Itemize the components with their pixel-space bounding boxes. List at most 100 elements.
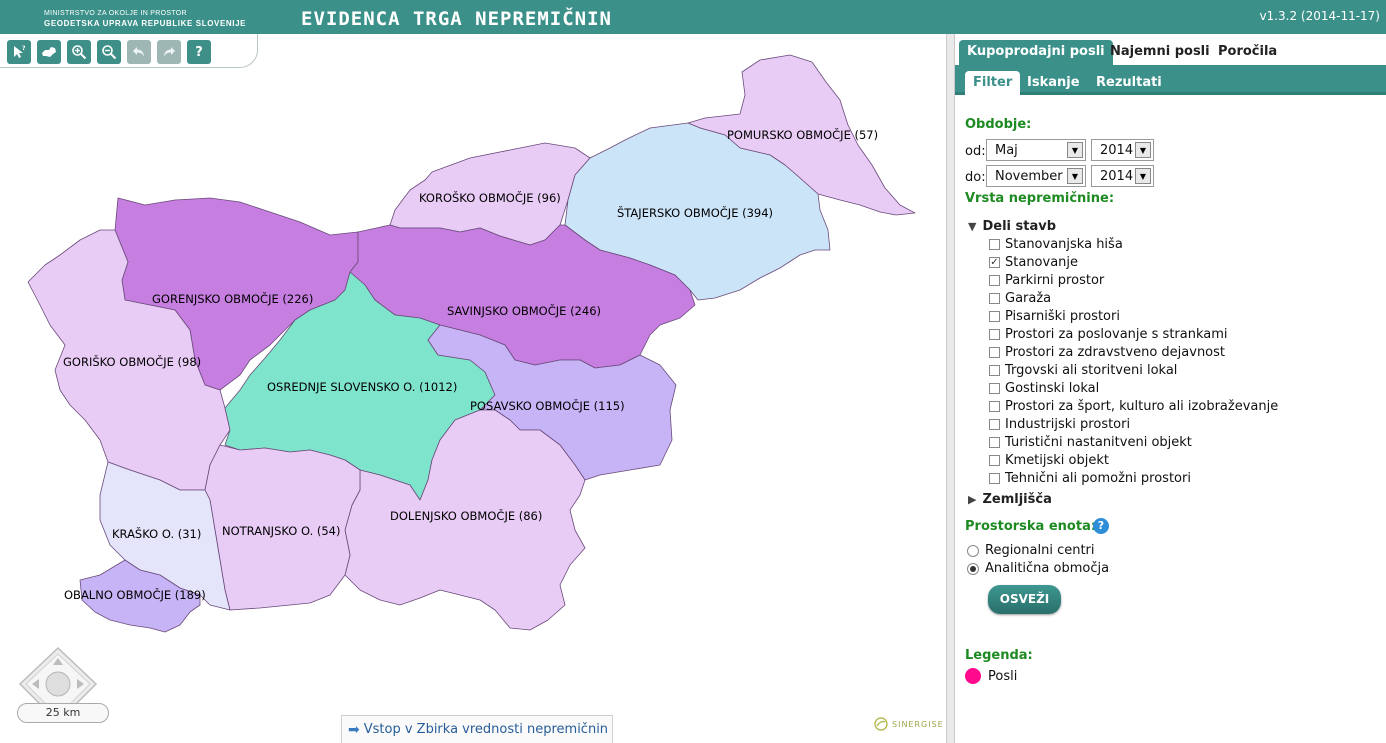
chevron-down-icon: ▼ [1067,168,1083,184]
property-type-label: Garaža [1005,291,1052,306]
tab-rezultati[interactable]: Rezultati [1088,71,1170,95]
brand-label: SINERGISE [892,719,944,729]
to-month-value: November [995,169,1063,184]
from-year-value: 2014 [1100,143,1134,158]
entry-link-label: Vstop v Zbirka vrednosti nepremičnin [363,722,609,737]
region-map[interactable]: POMURSKO OBMOČJE (57) KOROŠKO OBMOČJE (9… [0,34,946,743]
region-label-obalno: OBALNO OBMOČJE (189) [64,587,206,602]
region-label-pomursko: POMURSKO OBMOČJE (57) [727,127,878,142]
to-year-value: 2014 [1100,169,1134,184]
redo-icon [164,47,175,57]
app-header: MINISTRSTVO ZA OKOLJE IN PROSTOR GEODETS… [0,0,1386,34]
chevron-down-icon: ▼ [1067,142,1083,158]
triangle-down-icon: ▼ [968,220,977,233]
checkbox[interactable] [989,401,1000,412]
checkbox[interactable] [989,437,1000,448]
property-type-item[interactable]: Tehnični ali pomožni prostori [989,471,1191,486]
tab-kupoprodajni-posli[interactable]: Kupoprodajni posli [959,40,1113,65]
radio-regionalni-centri[interactable]: Regionalni centri [967,543,1095,558]
checkbox[interactable] [989,293,1000,304]
help-icon: ? [195,44,203,60]
period-label: Obdobje: [965,117,1032,132]
checkbox[interactable] [989,347,1000,358]
radio-button[interactable] [967,562,979,575]
app-version: v1.3.2 (2014-11-17) [1259,9,1380,23]
tab-iskanje[interactable]: Iskanje [1019,71,1088,95]
property-type-label: Industrijski prostori [1005,417,1131,432]
map-extent-button[interactable] [37,40,61,64]
property-type-item[interactable]: Garaža [989,291,1051,306]
property-type-label: Tehnični ali pomožni prostori [1005,471,1191,486]
info-cursor-icon: ? [14,45,26,58]
checkbox[interactable] [989,419,1000,430]
property-type-label: Pisarniški prostori [1005,309,1120,324]
to-month-select[interactable]: November ▼ [986,165,1086,187]
zoom-in-icon [72,45,87,60]
property-type-item[interactable]: Kmetijski objekt [989,453,1109,468]
property-type-label: Vrsta nepremičnine: [965,191,1115,206]
checkbox[interactable] [989,329,1000,340]
tab-filter[interactable]: Filter [965,71,1021,95]
map-toolbar: ? ? [0,34,258,68]
info-cursor-button[interactable]: ? [7,40,31,64]
tab-najemni-posli[interactable]: Najemni posli [1102,40,1218,65]
property-type-item[interactable]: Prostori za šport, kulturo ali izobražev… [989,399,1278,414]
panel-splitter[interactable] [946,34,955,743]
tree-node-deli-stavb[interactable]: ▼ Deli stavb [968,219,1056,234]
property-type-item[interactable]: Trgovski ali storitveni lokal [989,363,1177,378]
property-type-label: Turistični nastanitveni objekt [1005,435,1192,450]
property-type-item[interactable]: Gostinski lokal [989,381,1099,396]
property-type-item[interactable]: Parkirni prostor [989,273,1104,288]
region-label-osrednje: OSREDNJE SLOVENSKO O. (1012) [267,380,457,394]
region-label-krasko: KRAŠKO O. (31) [112,526,201,541]
checkbox[interactable] [989,239,1000,250]
checkbox[interactable]: ✓ [989,257,1000,268]
to-year-select[interactable]: 2014 ▼ [1091,165,1154,187]
refresh-button[interactable]: OSVEŽI [988,585,1061,614]
from-month-value: Maj [995,143,1018,158]
filter-panel: Kupoprodajni posli Najemni posli Poročil… [955,34,1386,743]
property-type-label: Gostinski lokal [1005,381,1100,396]
radio-analiticna-obmocja[interactable]: Analitična območja [967,561,1109,576]
checkbox[interactable] [989,473,1000,484]
property-type-item[interactable]: Industrijski prostori [989,417,1130,432]
property-type-item[interactable]: Prostori za poslovanje s strankami [989,327,1228,342]
property-type-item[interactable]: ✓ Stanovanje [989,255,1078,270]
zoom-out-button[interactable] [97,40,121,64]
tab-porocila[interactable]: Poročila [1210,40,1285,65]
property-type-label: Prostori za zdravstveno dejavnost [1005,345,1226,360]
undo-button[interactable] [127,40,151,64]
map-view[interactable]: POMURSKO OBMOČJE (57) KOROŠKO OBMOČJE (9… [0,34,946,743]
from-year-select[interactable]: 2014 ▼ [1091,139,1154,161]
zoom-in-button[interactable] [67,40,91,64]
entry-link[interactable]: ➡ Vstop v Zbirka vrednosti nepremičnin [341,715,613,743]
ministry-line-2: GEODETSKA UPRAVA REPUBLIKE SLOVENIJE [44,19,247,28]
spatial-unit-label: Prostorska enota: [965,519,1097,534]
checkbox[interactable] [989,455,1000,466]
arrow-right-icon: ➡ [348,721,360,738]
property-type-item[interactable]: Pisarniški prostori [989,309,1120,324]
region-label-gorenjsko: GORENJSKO OBMOČJE (226) [152,291,313,306]
redo-button[interactable] [157,40,181,64]
checkbox[interactable] [989,275,1000,286]
tree-node-zemljisca[interactable]: ▶ Zemljišča [968,492,1052,507]
from-month-select[interactable]: Maj ▼ [986,139,1086,161]
zoom-out-icon [102,45,117,60]
checkbox[interactable] [989,365,1000,376]
ministry-line-1: MINISTRSTVO ZA OKOLJE IN PROSTOR [44,10,187,17]
radio-button[interactable] [967,544,979,557]
sub-tabs: Filter Iskanje Rezultati [955,65,1386,95]
property-type-label: Prostori za šport, kulturo ali izobražev… [1005,399,1279,414]
checkbox[interactable] [989,383,1000,394]
property-type-item[interactable]: Prostori za zdravstveno dejavnost [989,345,1225,360]
help-button[interactable]: ? [187,40,211,64]
checkbox[interactable] [989,311,1000,322]
property-type-item[interactable]: Turistični nastanitveni objekt [989,435,1192,450]
map-extent-icon [42,47,56,57]
radio-label: Analitična območja [985,561,1110,576]
property-type-item[interactable]: Stanovanjska hiša [989,237,1123,252]
help-icon[interactable]: ? [1093,518,1109,534]
undo-icon [133,47,144,57]
legend-dot-icon [965,668,981,684]
legend-item-label: Posli [988,668,1018,684]
